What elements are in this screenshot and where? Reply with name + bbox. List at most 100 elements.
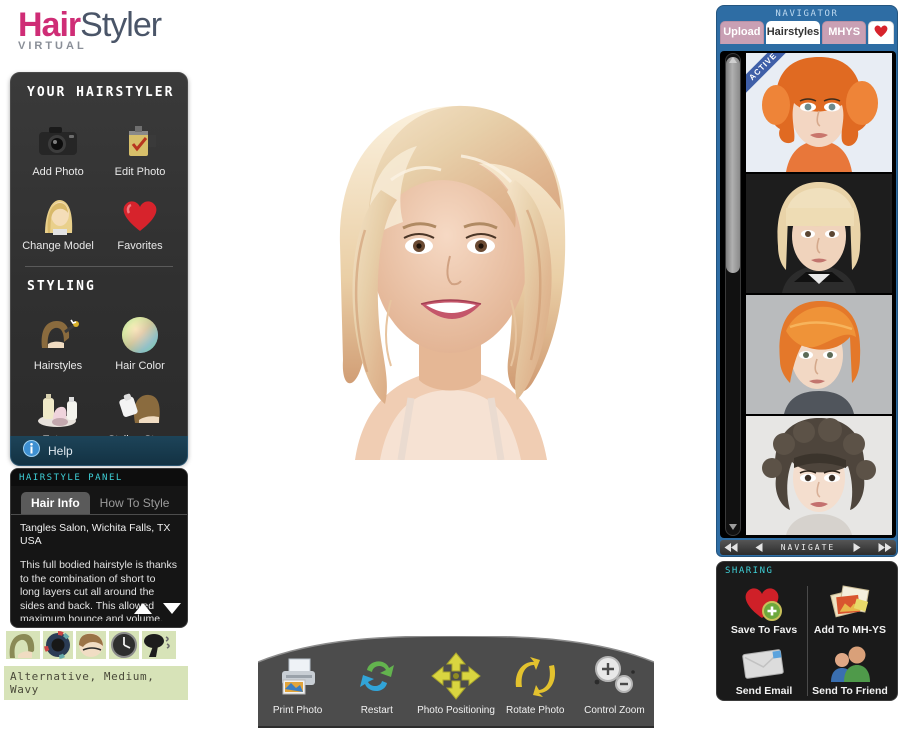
photo-positioning-button[interactable]: Photo Positioning	[416, 650, 495, 716]
thumbnail-item[interactable]	[746, 416, 892, 535]
sharing-panel: SHARING Save To Favs Add To MH-YS Send E…	[716, 561, 898, 701]
hairstyle-panel: HAIRSTYLE PANEL Hair Info How To Style T…	[10, 468, 188, 628]
triangle-down-icon[interactable]	[163, 603, 181, 614]
app-logo: HairStyler VIRTUAL	[18, 6, 162, 52]
control-zoom-button[interactable]: Control Zoom	[575, 650, 654, 716]
heart-icon	[99, 192, 181, 238]
restart-label: Restart	[360, 705, 393, 716]
thumbnail-item[interactable]: ACTIVE	[746, 53, 892, 172]
app-root: HairStyler VIRTUAL YOUR HAIRSTYLER Add P…	[0, 0, 900, 739]
envelope-icon	[721, 644, 807, 684]
print-photo-button[interactable]: Print Photo	[258, 650, 337, 716]
color-wheel-icon	[99, 312, 181, 358]
add-photo-label: Add Photo	[32, 166, 84, 178]
edit-photo-label: Edit Photo	[114, 166, 166, 178]
styling-grid: Hairstyles Hair Color	[11, 300, 187, 456]
change-model-label: Change Model	[22, 240, 94, 252]
add-to-mhys-label: Add To MH-YS	[813, 624, 887, 636]
save-to-favs-button[interactable]: Save To Favs	[721, 580, 807, 641]
scroll-up-icon[interactable]	[729, 57, 737, 63]
logo-text: HairStyler	[18, 6, 162, 44]
first-icon[interactable]	[724, 543, 738, 552]
sharing-header: SHARING	[725, 566, 774, 576]
rotate-photo-button[interactable]: Rotate Photo	[496, 650, 575, 716]
thumbnail-scrollbar[interactable]	[720, 51, 746, 538]
bottles-icon	[17, 386, 99, 432]
hairstyle-panel-body: Tangles Salon, Wichita Falls, TX USA Thi…	[11, 515, 187, 621]
hairstyles-button[interactable]: Hairstyles	[17, 306, 99, 380]
navigator-header: NAVIGATOR	[775, 9, 839, 19]
navigator-tabs: Upload Hairstyles MHYS	[717, 21, 897, 44]
scroll-down-icon[interactable]	[729, 524, 737, 530]
help-label: Help	[48, 443, 73, 458]
hairstyles-icon	[17, 312, 99, 358]
heart-plus-icon	[721, 583, 807, 623]
four-way-arrows-icon	[416, 650, 495, 702]
tab-how-to-style[interactable]: How To Style	[90, 492, 180, 514]
heart-icon	[873, 25, 889, 41]
hair-color-button[interactable]: Hair Color	[99, 306, 181, 380]
last-icon[interactable]	[878, 543, 892, 552]
info-icon	[23, 439, 40, 462]
restart-arrows-icon	[337, 650, 416, 702]
attributes-text: Alternative, Medium, Wavy	[4, 666, 188, 700]
send-to-friend-button[interactable]: Send To Friend	[807, 641, 893, 702]
hairstyles-label: Hairstyles	[33, 360, 83, 372]
left-tool-panel: YOUR HAIRSTYLER Add Photo Edit Photo Cha…	[10, 72, 188, 464]
change-model-button[interactable]: Change Model	[17, 186, 99, 260]
save-to-favs-label: Save To Favs	[730, 624, 798, 636]
attribute-icons	[4, 631, 188, 664]
tab-mhys[interactable]: MHYS	[822, 21, 866, 44]
thumbnail-image	[746, 416, 892, 535]
hair-color-label: Hair Color	[115, 360, 165, 372]
styling-steps-icon	[99, 386, 181, 432]
logo-styler: Styler	[80, 6, 162, 44]
previous-icon[interactable]	[755, 543, 763, 552]
favorites-label: Favorites	[117, 240, 163, 252]
hairstyle-panel-header: HAIRSTYLE PANEL	[11, 469, 187, 486]
tab-hairstyles[interactable]: Hairstyles	[765, 21, 821, 44]
attributes-strip: Alternative, Medium, Wavy	[4, 631, 188, 700]
thumbnail-list: ACTIVE	[746, 51, 896, 538]
rotate-photo-label: Rotate Photo	[506, 705, 565, 716]
edit-photo-button[interactable]: Edit Photo	[99, 112, 181, 186]
photo-stage[interactable]	[205, 60, 695, 461]
photos-icon	[807, 583, 893, 623]
next-icon[interactable]	[853, 543, 861, 552]
hair-length-icon	[76, 631, 106, 664]
model-head-icon	[17, 192, 99, 238]
thumbnail-item[interactable]	[746, 174, 892, 293]
scrollbar-thumb[interactable]	[726, 57, 740, 273]
add-photo-button[interactable]: Add Photo	[17, 112, 99, 186]
model-photo[interactable]	[205, 60, 695, 461]
hairstyle-panel-tabs: Hair Info How To Style	[11, 486, 187, 515]
thumbnail-item[interactable]	[746, 295, 892, 414]
restart-button[interactable]: Restart	[337, 650, 416, 716]
triangle-up-icon[interactable]	[133, 603, 152, 614]
toolbar-items: Print Photo Restart Photo Positioning Ro…	[258, 650, 654, 716]
send-email-label: Send Email	[735, 685, 793, 697]
thumbnail-image	[746, 174, 892, 293]
navigate-label: NAVIGATE	[780, 543, 836, 552]
hair-style-icon	[6, 631, 40, 664]
rotate-arrows-icon	[496, 650, 575, 702]
zoom-plus-minus-icon	[575, 650, 654, 702]
add-to-mhys-button[interactable]: Add To MH-YS	[807, 580, 893, 641]
help-button[interactable]: Help	[10, 436, 188, 466]
favorites-button[interactable]: Favorites	[99, 186, 181, 260]
people-icon	[807, 644, 893, 684]
tab-favorites[interactable]	[868, 21, 894, 44]
tab-upload[interactable]: Upload	[720, 21, 764, 44]
thumbnail-viewport: ACTIVE	[720, 51, 896, 538]
send-email-button[interactable]: Send Email	[721, 641, 807, 702]
your-hairstyler-grid: Add Photo Edit Photo Change Model Favori…	[11, 106, 187, 262]
tab-hair-info[interactable]: Hair Info	[21, 492, 90, 514]
thumbnail-image	[746, 53, 892, 172]
time-clock-icon	[109, 631, 139, 664]
thumbnail-image	[746, 295, 892, 414]
your-hairstyler-title: YOUR HAIRSTYLER	[27, 85, 175, 100]
sharing-grid: Save To Favs Add To MH-YS Send Email Sen…	[717, 578, 897, 704]
film-canister-icon	[99, 118, 181, 164]
color-wheel-icon	[43, 631, 73, 664]
hairdryer-icon	[142, 631, 176, 664]
